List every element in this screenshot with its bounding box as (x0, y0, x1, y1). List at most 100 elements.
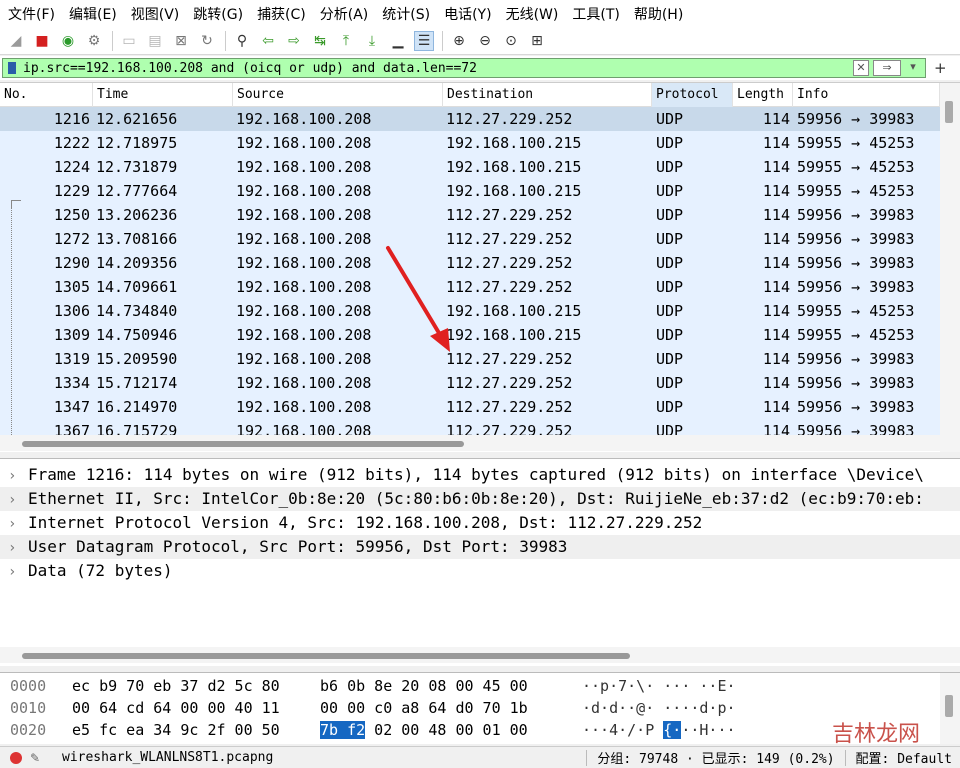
packet-row[interactable]: 1222 12.718975 192.168.100.208 192.168.100.… (0, 131, 940, 155)
apply-filter-button[interactable]: ⇒ (873, 60, 901, 76)
capture-options-icon[interactable]: ⚙ (84, 31, 104, 51)
open-file-icon[interactable]: ▭ (119, 31, 139, 51)
zoom-out-icon[interactable]: ⊖ (475, 31, 495, 51)
bytes-hex-rest[interactable]: 02 00 48 00 01 00 (365, 721, 528, 739)
packet-cell-src: 192.168.100.208 (236, 254, 372, 272)
packet-row[interactable]: 1216 12.621656 192.168.100.208 112.27.229.2… (0, 107, 940, 131)
packet-list-vscroll[interactable] (940, 83, 960, 452)
detail-tree-item[interactable]: › Internet Protocol Version 4, Src: 192.1… (0, 511, 960, 535)
expand-chevron-icon[interactable]: › (0, 560, 28, 584)
bytes-hex[interactable]: 7b f2 02 00 48 00 01 00 (320, 719, 528, 741)
packet-row[interactable]: 1305 14.709661 192.168.100.208 112.27.229.2… (0, 275, 940, 299)
column-header[interactable]: No. (0, 83, 93, 107)
packet-row[interactable]: 1334 15.712174 192.168.100.208 112.27.229.2… (0, 371, 940, 395)
bytes-hex[interactable]: b6 0b 8e 20 08 00 45 00 (320, 675, 528, 697)
packet-list-hscroll-thumb[interactable] (22, 441, 464, 447)
packet-row[interactable]: 1290 14.209356 192.168.100.208 112.27.229.2… (0, 251, 940, 275)
menu-item[interactable]: 电话(Y) (440, 4, 495, 24)
colorize-icon[interactable]: ☰ (414, 30, 434, 51)
go-to-packet-icon[interactable]: ↹ (310, 31, 330, 51)
packet-list-hscroll[interactable] (0, 435, 940, 451)
filter-bookmark-icon[interactable] (5, 60, 19, 76)
bytes-vscroll[interactable] (940, 673, 960, 744)
details-hscroll-thumb[interactable] (22, 653, 630, 659)
stop-capture-icon[interactable]: ■ (32, 31, 52, 51)
menu-item[interactable]: 捕获(C) (253, 4, 310, 24)
details-hscroll[interactable] (0, 647, 960, 663)
bytes-ascii-post[interactable]: ··H··· (681, 721, 735, 739)
packet-cell-proto: UDP (656, 278, 684, 296)
column-header[interactable]: Length (733, 83, 793, 107)
packet-list-vscroll-thumb[interactable] (945, 101, 953, 123)
packet-cell-no: 1216 (53, 110, 90, 128)
bytes-hex-highlight[interactable]: 7b f2 (320, 721, 366, 739)
profile-label[interactable]: 配置: Default (856, 748, 952, 767)
column-header[interactable]: Source (233, 83, 443, 107)
packet-row[interactable]: 1229 12.777664 192.168.100.208 192.168.100.… (0, 179, 940, 203)
column-header[interactable]: Time (93, 83, 233, 107)
close-file-icon[interactable]: ⊠ (171, 31, 191, 51)
bytes-hex[interactable]: 00 00 c0 a8 64 d0 70 1b (320, 697, 528, 719)
packet-row[interactable]: 1347 16.214970 192.168.100.208 112.27.229.2… (0, 395, 940, 419)
packet-cell-dst: 112.27.229.252 (446, 398, 573, 416)
bytes-ascii[interactable]: ·d·d··@· ····d·p· (582, 697, 736, 719)
detail-tree-item[interactable]: › Ethernet II, Src: IntelCor_0b:8e:20 (5c… (0, 487, 960, 511)
column-header[interactable]: Destination (443, 83, 652, 107)
filter-dropdown-icon[interactable]: ▾ (905, 60, 921, 76)
column-header[interactable]: Info (793, 83, 940, 107)
go-last-icon[interactable]: ⤓ (362, 31, 382, 51)
bytes-hex[interactable]: ec b9 70 eb 37 d2 5c 80 (72, 675, 280, 697)
expand-chevron-icon[interactable]: › (0, 536, 28, 560)
menu-item[interactable]: 分析(A) (316, 4, 373, 24)
menu-item[interactable]: 文件(F) (4, 4, 59, 24)
packet-cell-proto: UDP (656, 206, 684, 224)
shark-fin-icon[interactable]: ◢ (6, 31, 26, 51)
menu-item[interactable]: 视图(V) (127, 4, 184, 24)
clear-filter-icon[interactable]: ✕ (853, 60, 869, 76)
menu-item[interactable]: 编辑(E) (65, 4, 121, 24)
menu-item[interactable]: 跳转(G) (189, 4, 247, 24)
go-forward-icon[interactable]: ⇨ (284, 31, 304, 51)
find-packet-icon[interactable]: ⚲ (232, 31, 252, 51)
resize-columns-icon[interactable]: ⊞ (527, 31, 547, 51)
packet-row[interactable]: 1250 13.206236 192.168.100.208 112.27.229.2… (0, 203, 940, 227)
bytes-ascii[interactable]: ···4·/·P {···H··· (582, 719, 736, 741)
packet-row[interactable]: 1319 15.209590 192.168.100.208 112.27.229.2… (0, 347, 940, 371)
bytes-hex[interactable]: e5 fc ea 34 9c 2f 00 50 (72, 719, 280, 741)
save-file-icon[interactable]: ▤ (145, 31, 165, 51)
bytes-hex[interactable]: 00 64 cd 64 00 00 40 11 (72, 697, 280, 719)
menu-item[interactable]: 统计(S) (378, 4, 434, 24)
packet-row[interactable]: 1306 14.734840 192.168.100.208 192.168.100.… (0, 299, 940, 323)
bytes-ascii-highlight[interactable]: {· (663, 721, 682, 739)
packet-row[interactable]: 1272 13.708166 192.168.100.208 112.27.229.2… (0, 227, 940, 251)
detail-tree-item[interactable]: › User Datagram Protocol, Src Port: 59956… (0, 535, 960, 559)
conversation-tree-hook (11, 200, 21, 208)
bytes-ascii-pre[interactable]: ···4·/·P (582, 721, 663, 739)
display-filter-input[interactable] (23, 59, 853, 77)
reload-file-icon[interactable]: ↻ (197, 31, 217, 51)
go-back-icon[interactable]: ⇦ (258, 31, 278, 51)
menu-item[interactable]: 帮助(H) (630, 4, 687, 24)
auto-scroll-icon[interactable]: ▁ (388, 31, 408, 51)
menu-item[interactable]: 工具(T) (568, 4, 623, 24)
bytes-vscroll-thumb[interactable] (945, 695, 953, 717)
packet-row[interactable]: 1309 14.750946 192.168.100.208 192.168.100.… (0, 323, 940, 347)
menu-item[interactable]: 无线(W) (502, 4, 563, 24)
packet-row[interactable]: 1224 12.731879 192.168.100.208 192.168.100.… (0, 155, 940, 179)
packet-bytes: 0000 ec b9 70 eb 37 d2 5c 80 b6 0b 8e 20… (0, 672, 960, 744)
expert-info-icon[interactable] (10, 751, 22, 764)
go-first-icon[interactable]: ⤒ (336, 31, 356, 51)
column-header[interactable]: Protocol (652, 83, 733, 107)
bytes-ascii[interactable]: ··p·7·\· ··· ··E· (582, 675, 736, 697)
detail-tree-item[interactable]: › Frame 1216: 114 bytes on wire (912 bits… (0, 463, 960, 487)
expand-chevron-icon[interactable]: › (0, 488, 28, 512)
packet-cell-proto: UDP (656, 374, 684, 392)
expand-chevron-icon[interactable]: › (0, 464, 28, 488)
capture-comment-icon[interactable]: ✎ (30, 751, 44, 765)
zoom-in-icon[interactable]: ⊕ (449, 31, 469, 51)
restart-capture-icon[interactable]: ◉ (58, 31, 78, 51)
detail-tree-item[interactable]: › Data (72 bytes) (0, 559, 960, 583)
zoom-normal-icon[interactable]: ⊙ (501, 31, 521, 51)
expand-chevron-icon[interactable]: › (0, 512, 28, 536)
add-filter-button[interactable]: + (934, 59, 947, 77)
